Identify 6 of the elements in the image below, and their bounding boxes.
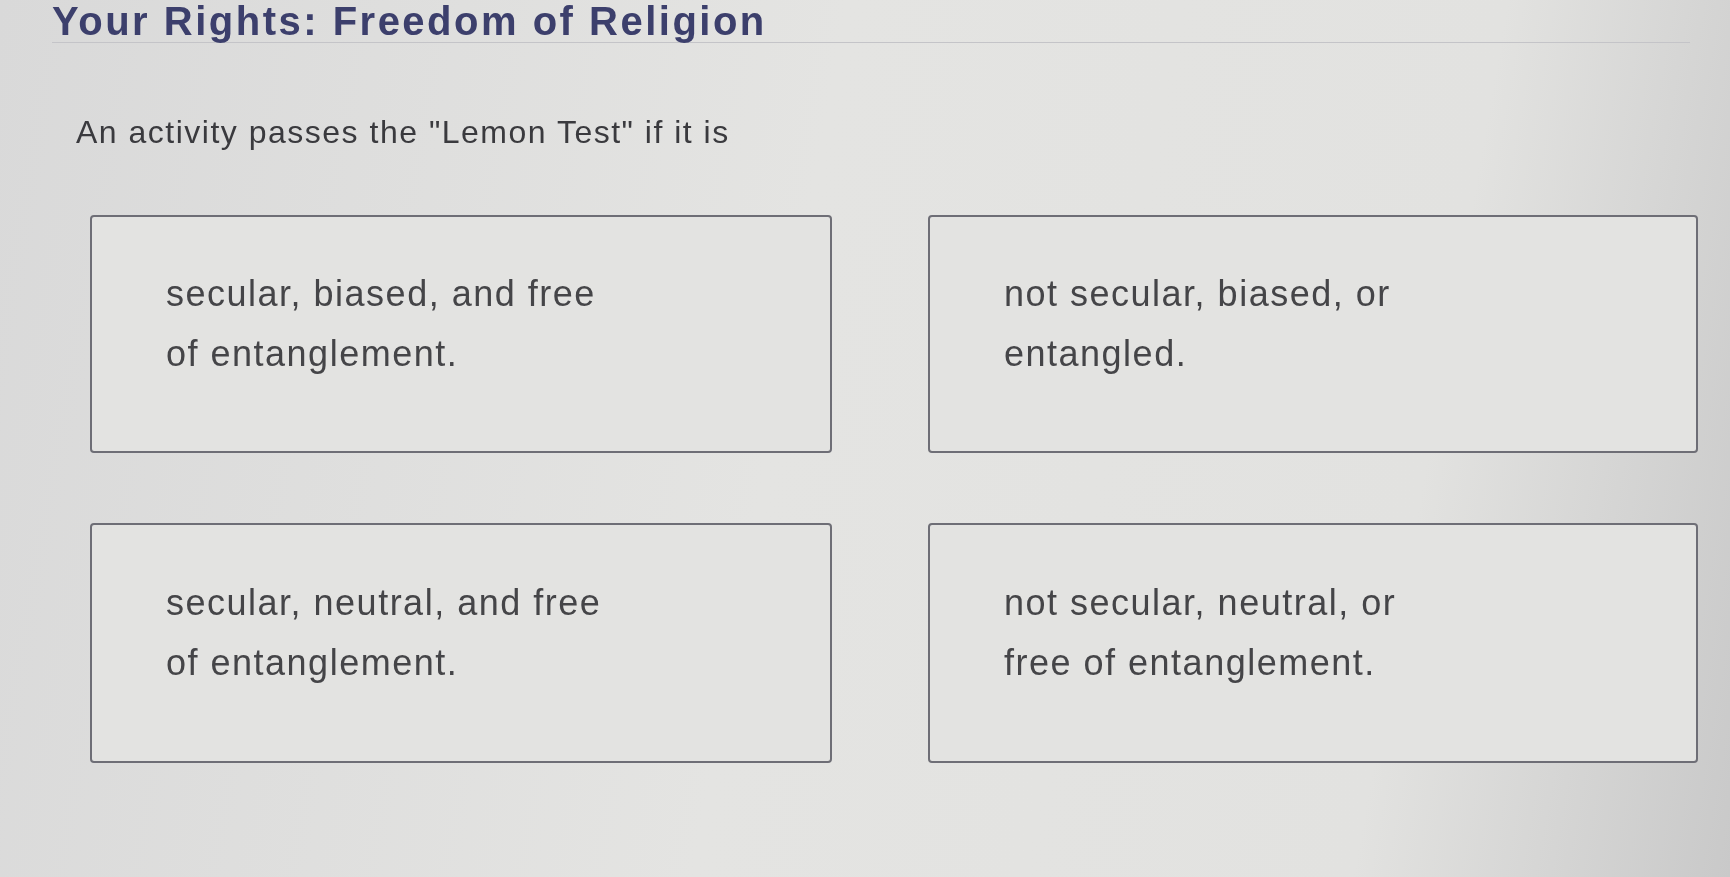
answer-option[interactable]: secular, neutral, and free of entanglement. xyxy=(90,523,832,763)
page-title: Your Rights: Freedom of Religion xyxy=(52,0,767,42)
answer-option[interactable]: not secular, biased, or entangled. xyxy=(928,215,1698,453)
question-prompt: An activity passes the "Lemon Test" if it is xyxy=(76,113,730,151)
answer-option[interactable]: not secular, neutral, or free of entanglement. xyxy=(928,523,1698,763)
answer-option[interactable]: secular, biased, and free of entanglement. xyxy=(90,215,832,453)
